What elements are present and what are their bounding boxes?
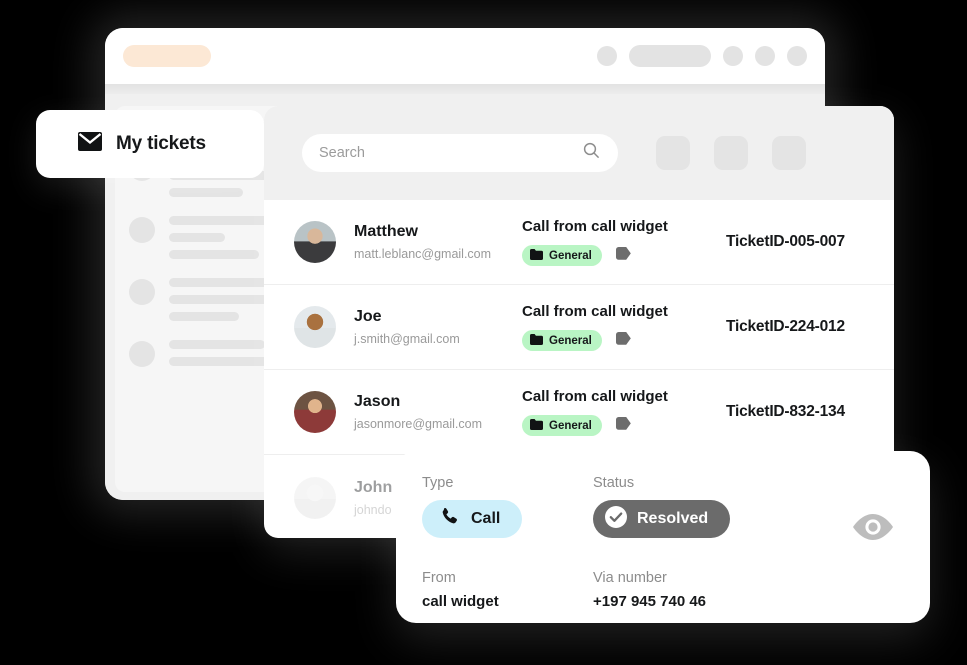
screenshot-stage: My tickets Search Matthew matt.leblanc@g… <box>0 0 967 665</box>
type-value-pill[interactable]: Call <box>422 500 523 538</box>
tag-label: General <box>549 419 592 432</box>
avatar <box>294 391 336 433</box>
tag-icon[interactable] <box>615 416 632 435</box>
ticket-subject: Call from call widget <box>522 303 668 320</box>
eye-icon[interactable] <box>850 511 896 548</box>
folder-icon <box>530 333 544 348</box>
topbar-pill[interactable] <box>629 45 711 67</box>
customer-email: matt.leblanc@gmail.com <box>354 247 492 261</box>
tag-icon[interactable] <box>615 246 632 265</box>
ticket-subject: Call from call widget <box>522 218 668 235</box>
avatar <box>294 221 336 263</box>
customer-name: Matthew <box>354 223 418 240</box>
customer-email: j.smith@gmail.com <box>354 332 460 346</box>
from-label: From <box>422 570 456 586</box>
topbar-circle-1[interactable] <box>597 46 617 66</box>
filter-button-2[interactable] <box>714 136 748 170</box>
skeleton-avatar <box>129 341 155 367</box>
customer-email: jasonmore@gmail.com <box>354 417 483 431</box>
status-badge[interactable]: General <box>522 330 602 351</box>
skeleton-line <box>169 295 273 304</box>
from-value: call widget <box>422 593 499 610</box>
table-row[interactable]: Joe j.smith@gmail.com Call from call wid… <box>264 285 894 370</box>
status-label: Status <box>593 475 635 491</box>
ticket-subject: Call from call widget <box>522 388 668 405</box>
status-value: Resolved <box>637 510 709 527</box>
type-value: Call <box>471 510 501 527</box>
avatar <box>294 306 336 348</box>
ticket-id: TicketID-224-012 <box>726 318 845 335</box>
folder-icon <box>530 418 544 433</box>
tag-label: General <box>549 249 592 262</box>
window-topbar <box>105 28 825 84</box>
folder-icon <box>530 248 544 263</box>
phone-icon <box>440 507 459 531</box>
skeleton-avatar <box>129 279 155 305</box>
avatar <box>294 476 336 519</box>
topbar-circle-2[interactable] <box>723 46 743 66</box>
ticket-detail-popup: Type Call Status Resolved From call widg… <box>396 451 930 623</box>
ticket-tags: General <box>522 415 722 436</box>
customer-name: Joe <box>354 308 382 325</box>
skeleton-line <box>169 340 265 349</box>
skeleton-line <box>169 312 239 321</box>
ticket-id: TicketID-005-007 <box>726 233 845 250</box>
ticket-tags: General <box>522 245 722 266</box>
tag-label: General <box>549 334 592 347</box>
topbar-circle-4[interactable] <box>787 46 807 66</box>
topbar-circle-3[interactable] <box>755 46 775 66</box>
my-tickets-card[interactable]: My tickets <box>36 110 264 178</box>
skeleton-line <box>169 233 225 242</box>
table-row[interactable]: Jason jasonmore@gmail.com Call from call… <box>264 370 894 455</box>
logo-placeholder[interactable] <box>123 45 211 67</box>
tag-icon[interactable] <box>615 331 632 350</box>
status-badge[interactable]: General <box>522 415 602 436</box>
filter-button-1[interactable] <box>656 136 690 170</box>
topbar-controls <box>597 45 807 67</box>
via-number-value: +197 945 740 46 <box>593 593 707 610</box>
status-badge[interactable]: General <box>522 245 602 266</box>
window-divider <box>105 84 825 94</box>
my-tickets-label: My tickets <box>116 133 206 154</box>
search-box[interactable]: Search <box>302 134 618 172</box>
filter-buttons <box>656 136 806 170</box>
customer-name: Jason <box>354 393 401 410</box>
search-icon[interactable] <box>583 142 600 164</box>
via-number-label: Via number <box>593 570 667 586</box>
filter-button-3[interactable] <box>772 136 806 170</box>
ticket-tags: General <box>522 330 722 351</box>
ticket-id: TicketID-832-134 <box>726 403 845 420</box>
skeleton-line <box>169 188 243 197</box>
type-label: Type <box>422 475 454 491</box>
search-input[interactable]: Search <box>319 145 365 161</box>
status-value-pill[interactable]: Resolved <box>593 500 731 538</box>
table-row[interactable]: Matthew matt.leblanc@gmail.com Call from… <box>264 200 894 285</box>
check-circle-icon <box>605 505 627 533</box>
skeleton-line <box>169 250 259 259</box>
envelope-icon <box>78 132 102 156</box>
list-toolbar: Search <box>264 106 894 200</box>
skeleton-avatar <box>129 217 155 243</box>
